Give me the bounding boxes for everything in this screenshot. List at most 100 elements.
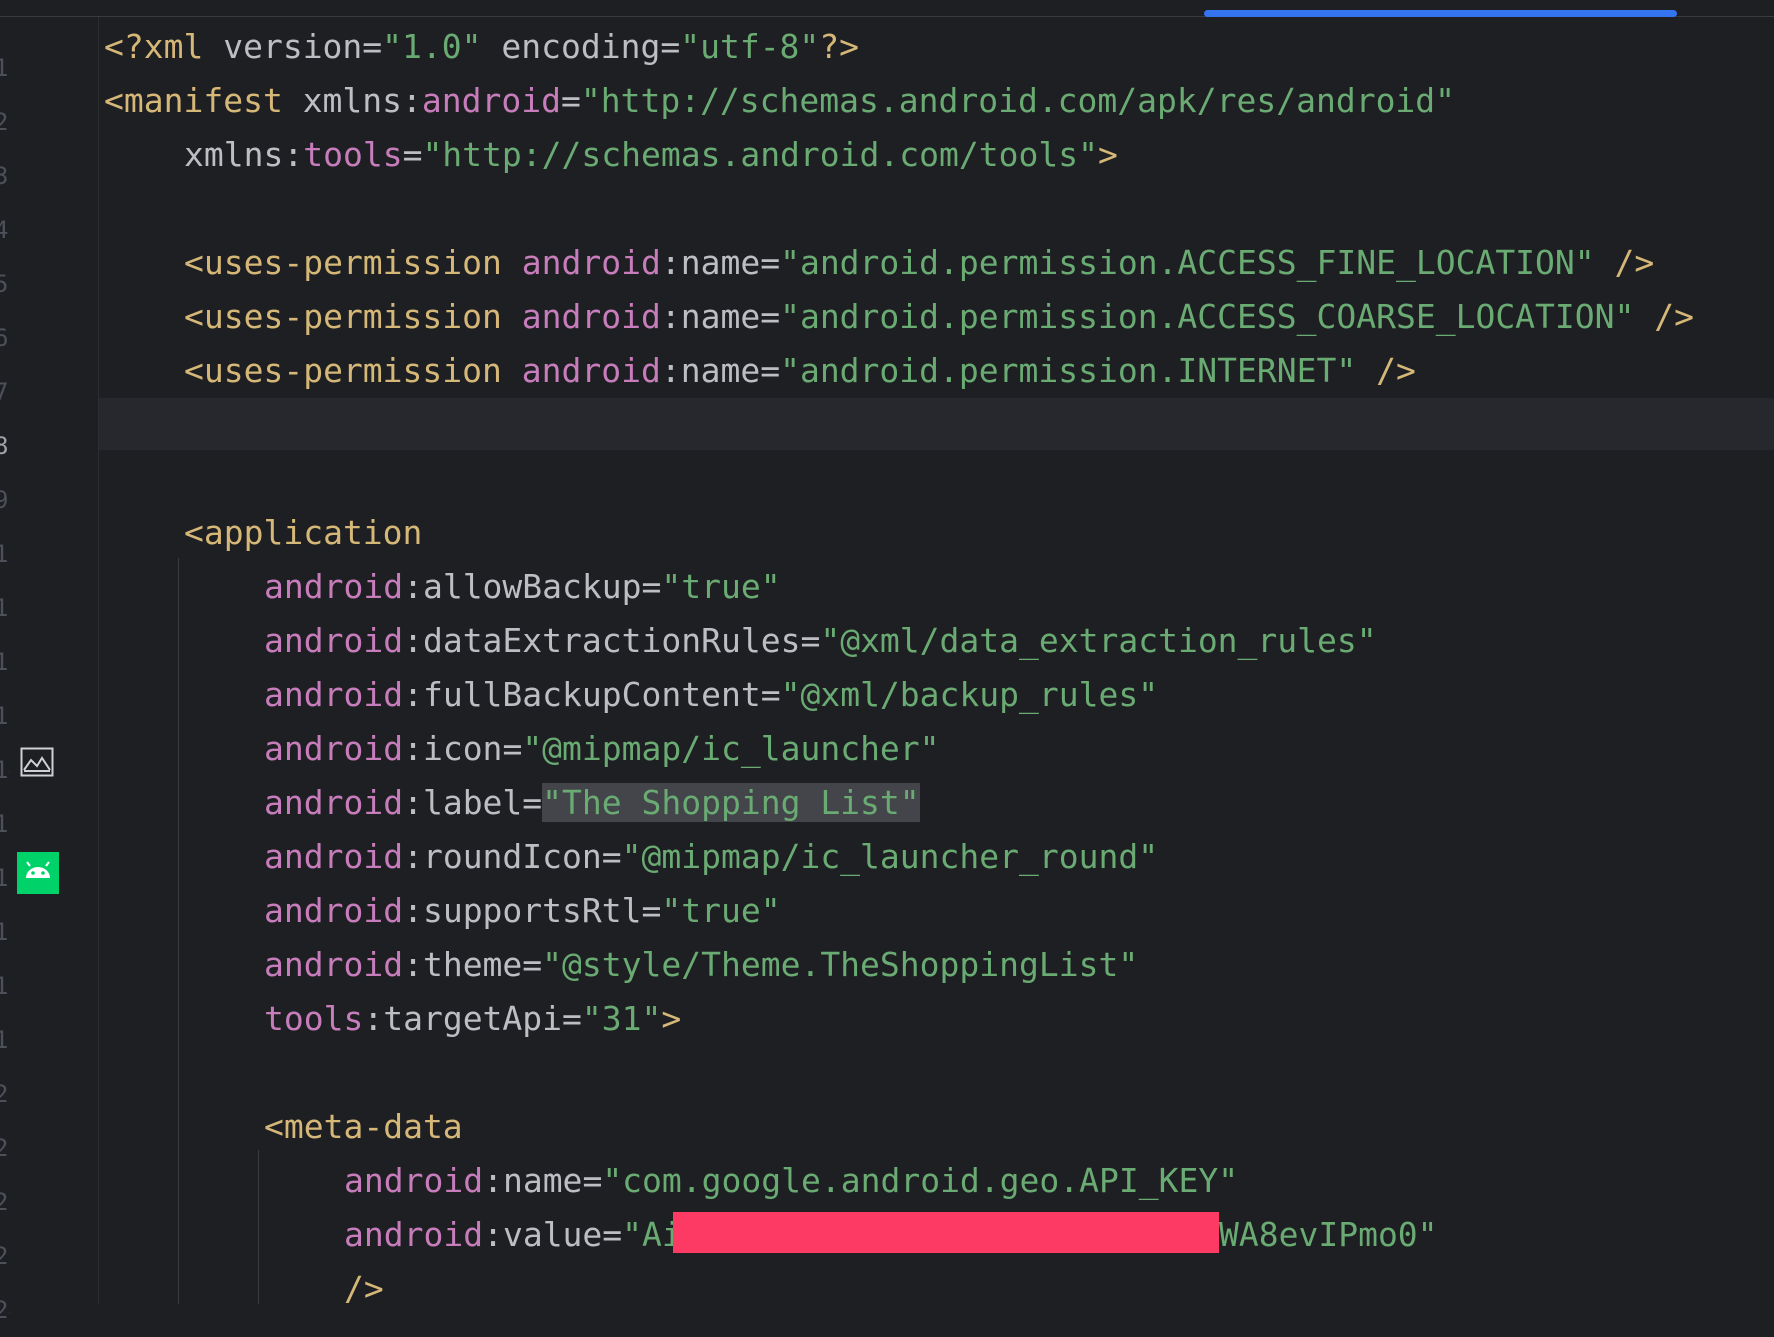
token-namespace: android bbox=[264, 675, 404, 714]
token-attr: icon bbox=[422, 729, 503, 768]
line-number: 7 bbox=[0, 378, 9, 406]
line-number: 23 bbox=[0, 1242, 10, 1270]
token-eq: = bbox=[582, 1161, 603, 1200]
token-attr: name bbox=[680, 351, 761, 390]
token-colon: : bbox=[403, 675, 423, 714]
indent-guide bbox=[258, 1150, 259, 1304]
indent-guide bbox=[178, 558, 179, 1304]
token-namespace: android bbox=[264, 729, 404, 768]
progress-bar bbox=[1204, 10, 1677, 17]
token-string: "http://schemas.android.com/tools" bbox=[422, 135, 1098, 174]
code-line-3[interactable]: xmlns:tools="http://schemas.android.com/… bbox=[184, 128, 1118, 182]
token-eq: = bbox=[760, 297, 781, 336]
code-line-5[interactable]: <uses-permission android:name="android.p… bbox=[184, 236, 1654, 290]
token-attr: value bbox=[502, 1215, 603, 1254]
token-colon: : bbox=[403, 837, 423, 876]
token-namespace: android bbox=[264, 567, 404, 606]
line-number-gutter[interactable]: 1 2 3 4 5 6 7 8 9 10 11 12 13 14 15 16 1… bbox=[0, 17, 99, 1324]
code-line-22[interactable]: android:name="com.google.android.geo.API… bbox=[344, 1154, 1238, 1208]
code-line-11[interactable]: android:allowBackup="true" bbox=[264, 560, 781, 614]
token-attr: roundIcon bbox=[422, 837, 602, 876]
token-attr: allowBackup bbox=[422, 567, 642, 606]
token-tag: /> bbox=[1594, 243, 1655, 282]
token-colon: : bbox=[403, 567, 423, 606]
code-line-15[interactable]: android:label="The Shopping List" bbox=[264, 776, 920, 830]
code-line-6[interactable]: <uses-permission android:name="android.p… bbox=[184, 290, 1694, 344]
code-line-21[interactable]: <meta-data bbox=[264, 1100, 463, 1154]
token-eq: = bbox=[522, 945, 543, 984]
token-attr: encoding bbox=[501, 27, 661, 66]
token-namespace: android bbox=[521, 297, 661, 336]
code-editor[interactable]: 1 2 3 4 5 6 7 8 9 10 11 12 13 14 15 16 1… bbox=[0, 0, 1774, 1324]
code-line-24[interactable]: /> bbox=[344, 1262, 384, 1316]
token-string: "@mipmap/ic_launcher" bbox=[522, 729, 940, 768]
code-line-7[interactable]: <uses-permission android:name="android.p… bbox=[184, 344, 1416, 398]
line-number: 6 bbox=[0, 324, 9, 352]
token-string: "@mipmap/ic_launcher_round" bbox=[621, 837, 1159, 876]
code-line-16[interactable]: android:roundIcon="@mipmap/ic_launcher_r… bbox=[264, 830, 1158, 884]
token-colon: : bbox=[660, 297, 681, 336]
code-line-2[interactable]: <manifest xmlns:android="http://schemas.… bbox=[104, 74, 1455, 128]
code-line-17[interactable]: android:supportsRtl="true" bbox=[264, 884, 781, 938]
line-number: 22 bbox=[0, 1188, 10, 1216]
token-tag: <manifest bbox=[104, 81, 303, 120]
token-string: "android.permission.INTERNET" bbox=[780, 351, 1357, 390]
token-string: "true" bbox=[661, 567, 781, 606]
token-string: "@xml/data_extraction_rules" bbox=[820, 621, 1377, 660]
token-attr: fullBackupContent bbox=[422, 675, 761, 714]
token-string: "com.google.android.geo.API_KEY" bbox=[602, 1161, 1239, 1200]
token-string: "true" bbox=[661, 891, 781, 930]
android-icon[interactable] bbox=[17, 852, 59, 894]
current-line-highlight bbox=[0, 398, 1774, 450]
line-number: 24 bbox=[0, 1296, 10, 1324]
line-number: 10 bbox=[0, 540, 10, 568]
token-tag: <application bbox=[184, 513, 423, 552]
token-string: "31" bbox=[581, 999, 662, 1038]
line-number: 4 bbox=[0, 216, 9, 244]
token-attr: name bbox=[680, 243, 761, 282]
token-eq: = bbox=[760, 243, 781, 282]
token-colon: : bbox=[363, 999, 384, 1038]
code-line-10[interactable]: <application bbox=[184, 506, 422, 560]
code-line-23-tail: WA8evIPmo0" bbox=[1219, 1208, 1438, 1262]
line-number: 9 bbox=[0, 486, 9, 514]
image-preview-icon[interactable] bbox=[20, 747, 54, 777]
token-tag: /> bbox=[1634, 297, 1694, 336]
token-tag: <meta-data bbox=[264, 1107, 463, 1146]
line-number: 15 bbox=[0, 810, 10, 838]
code-line-18[interactable]: android:theme="@style/Theme.TheShoppingL… bbox=[264, 938, 1138, 992]
code-line-1[interactable]: <?xml version="1.0" encoding="utf-8"?> bbox=[104, 20, 859, 74]
token-namespace: tools bbox=[264, 999, 364, 1038]
line-number: 21 bbox=[0, 1134, 10, 1162]
token-string-highlighted[interactable]: "The Shopping List" bbox=[542, 783, 920, 822]
code-line-12[interactable]: android:dataExtractionRules="@xml/data_e… bbox=[264, 614, 1377, 668]
line-number: 2 bbox=[0, 108, 9, 136]
code-line-13[interactable]: android:fullBackupContent="@xml/backup_r… bbox=[264, 668, 1158, 722]
token-tag: > bbox=[661, 999, 682, 1038]
code-line-23[interactable]: android:value="Ai bbox=[344, 1208, 682, 1262]
token-namespace: android bbox=[264, 783, 404, 822]
line-number: 16 bbox=[0, 864, 10, 892]
token-colon: : bbox=[660, 243, 681, 282]
token-attr: name bbox=[502, 1161, 583, 1200]
token-namespace: android bbox=[344, 1215, 484, 1254]
code-line-14[interactable]: android:icon="@mipmap/ic_launcher" bbox=[264, 722, 940, 776]
token-attr: xmlns bbox=[184, 135, 284, 174]
token-namespace: android bbox=[344, 1161, 484, 1200]
redaction-block bbox=[673, 1212, 1219, 1253]
token-eq: = bbox=[362, 27, 383, 66]
token-tag: <uses-permission bbox=[184, 351, 522, 390]
code-line-19[interactable]: tools:targetApi="31"> bbox=[264, 992, 681, 1046]
token-tag: <uses-permission bbox=[184, 243, 522, 282]
token-eq: = bbox=[601, 837, 622, 876]
line-number: 20 bbox=[0, 1080, 10, 1108]
token-colon: : bbox=[403, 621, 423, 660]
line-number: 19 bbox=[0, 1026, 10, 1054]
token-colon: : bbox=[403, 891, 423, 930]
token-string: WA8evIPmo0" bbox=[1219, 1215, 1438, 1254]
line-number: 18 bbox=[0, 972, 10, 1000]
token-attr: name bbox=[680, 297, 761, 336]
token-eq: = bbox=[641, 891, 662, 930]
token-string: "android.permission.ACCESS_COARSE_LOCATI… bbox=[780, 297, 1635, 336]
